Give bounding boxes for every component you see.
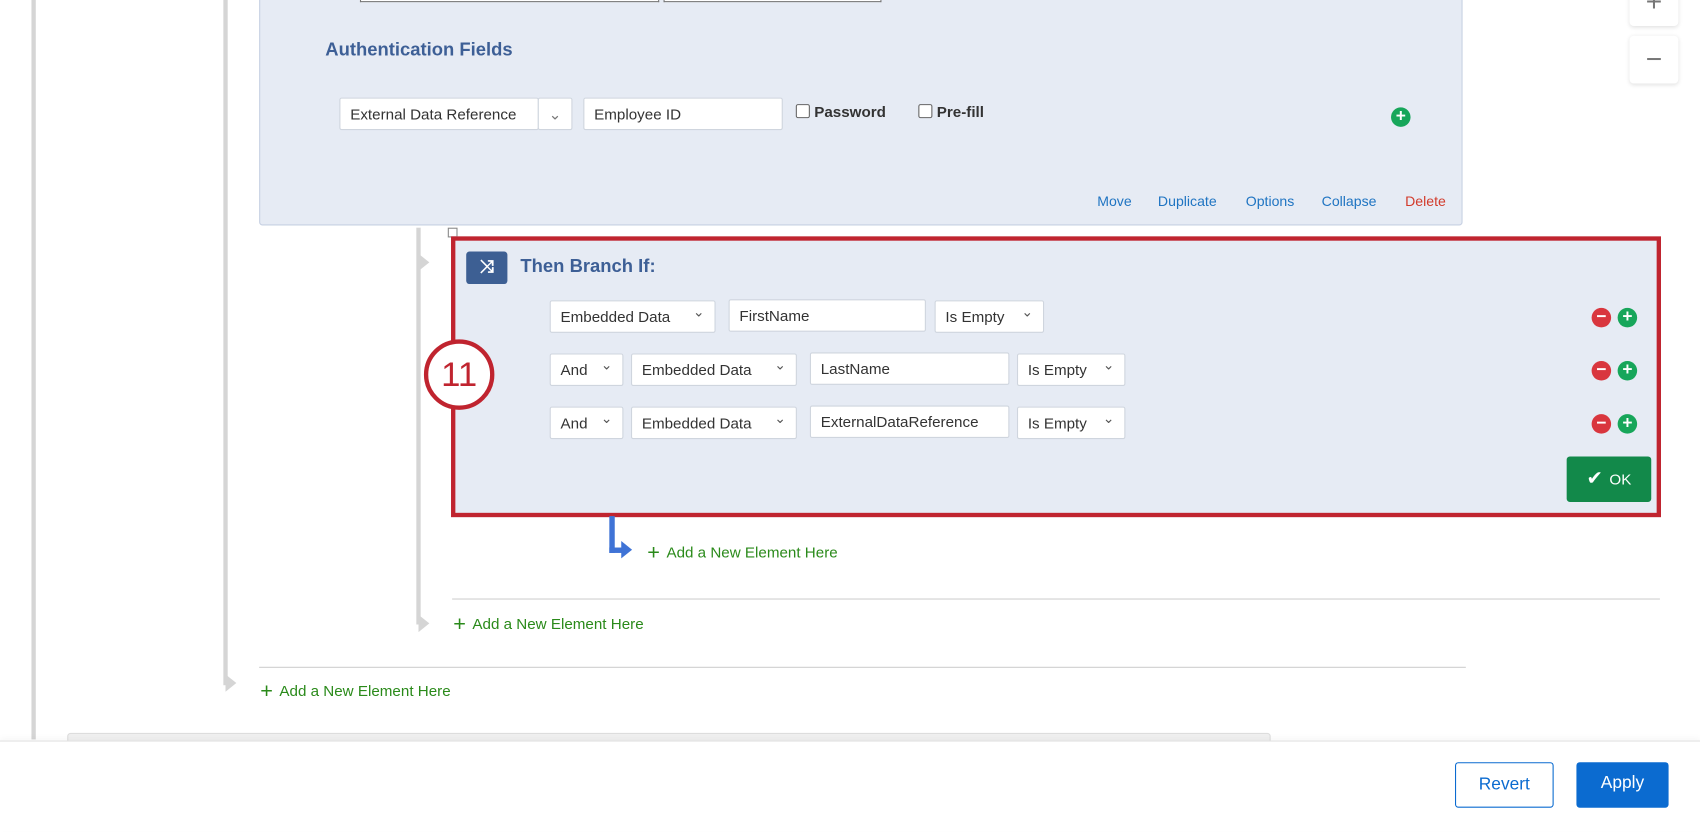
conjunction-select[interactable]: And [549,406,624,440]
add-element-link[interactable]: + Add a New Element Here [260,680,450,705]
checkbox-icon[interactable] [918,104,933,119]
condition-field-input[interactable]: FirstName [728,299,926,332]
options-link[interactable]: Options [1246,193,1295,209]
flow-line [416,227,421,625]
divider [259,666,1466,668]
section-title: Authentication Fields [325,39,513,60]
ok-label: OK [1609,470,1632,488]
apply-button[interactable]: Apply [1576,762,1669,808]
duplicate-link[interactable]: Duplicate [1158,193,1217,209]
authenticator-block: Authentication Fields External Data Refe… [259,0,1463,226]
zoom-out-button[interactable]: − [1629,35,1679,84]
arrow-icon [225,674,246,692]
remove-condition-icon[interactable]: − [1591,361,1612,381]
arrow-icon [621,541,641,559]
password-checkbox[interactable]: Password [795,102,886,121]
arrow-icon [418,253,439,272]
branch-icon: ⤨ [466,251,508,285]
arrow-icon [418,614,439,633]
prefill-label: Pre-fill [936,102,984,121]
condition-operator-select[interactable]: Is Empty [1016,353,1126,386]
add-element-label: Add a New Element Here [279,681,451,700]
add-condition-icon[interactable]: + [1617,307,1638,328]
add-condition-icon[interactable]: + [1617,414,1638,434]
partial-field[interactable] [359,0,660,3]
plus-icon: + [260,679,273,704]
conjunction-select[interactable]: And [549,353,624,386]
add-condition-icon[interactable]: + [1617,361,1638,381]
flow-line [223,0,228,686]
plus-icon: + [453,612,466,637]
field-value-input[interactable]: Employee ID [583,97,783,131]
remove-condition-icon[interactable]: − [1591,307,1612,328]
divider [452,598,1660,600]
chevron-down-icon[interactable]: ⌄ [537,97,573,131]
add-element-label: Add a New Element Here [472,614,644,633]
add-element-link[interactable]: + Add a New Element Here [647,541,837,566]
add-field-icon[interactable]: + [1391,107,1411,127]
footer-bar: Revert Apply [0,740,1700,832]
collapse-link[interactable]: Collapse [1322,193,1377,209]
prefill-checkbox[interactable]: Pre-fill [918,103,984,120]
condition-field-input[interactable]: LastName [809,352,1010,385]
condition-source-select[interactable]: Embedded Data [549,300,716,333]
step-badge: 11 [423,339,495,410]
remove-condition-icon[interactable]: − [1591,414,1612,434]
condition-operator-select[interactable]: Is Empty [934,300,1045,333]
delete-link[interactable]: Delete [1405,193,1446,209]
condition-field-input[interactable]: ExternalDataReference [809,405,1010,439]
flow-line [31,0,36,740]
partial-field[interactable] [663,0,882,3]
field-type-select[interactable]: External Data Reference [339,97,539,131]
branch-title: Then Branch If: [520,255,656,277]
revert-button[interactable]: Revert [1454,762,1554,808]
checkbox-icon[interactable] [795,104,810,119]
check-icon: ✔ [1586,467,1603,489]
move-link[interactable]: Move [1097,193,1131,209]
add-element-link[interactable]: + Add a New Element Here [453,613,643,638]
branch-block: ⤨ Then Branch If: Embedded Data FirstNam… [451,236,1661,518]
ok-button[interactable]: ✔ OK [1566,456,1652,502]
condition-source-select[interactable]: Embedded Data [631,353,797,386]
add-element-label: Add a New Element Here [666,543,838,561]
condition-operator-select[interactable]: Is Empty [1016,406,1126,440]
condition-source-select[interactable]: Embedded Data [631,406,797,440]
zoom-in-button[interactable]: + [1629,0,1679,27]
password-label: Password [814,102,886,121]
plus-icon: + [647,541,660,565]
